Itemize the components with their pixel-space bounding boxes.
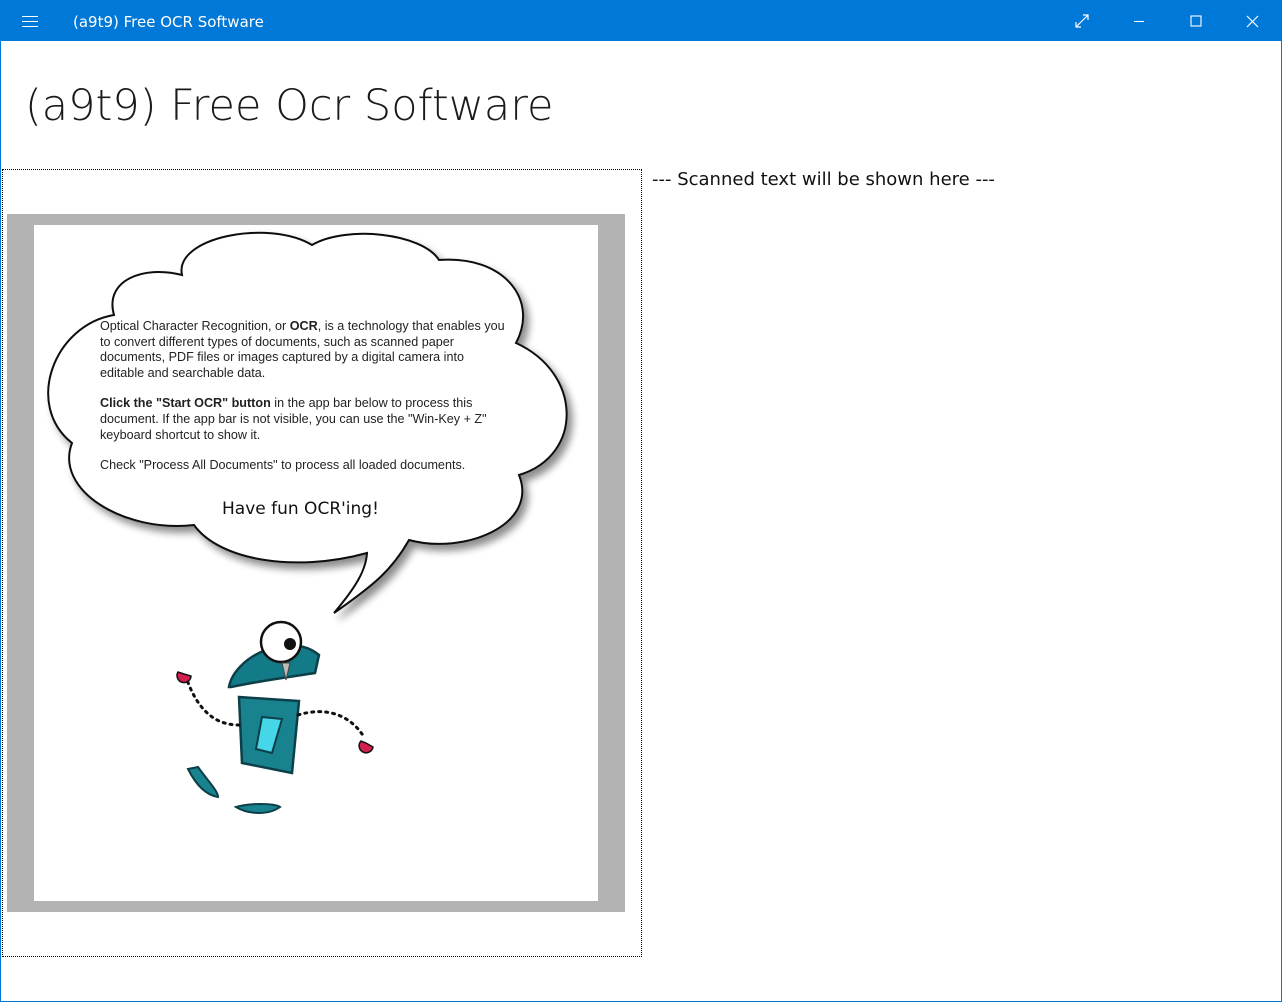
window-title: (a9t9) Free OCR Software	[73, 13, 264, 31]
fun-message: Have fun OCR'ing!	[222, 499, 379, 519]
document-frame: Optical Character Recognition, or OCR, i…	[7, 214, 625, 912]
maximize-icon	[1189, 15, 1202, 27]
robot-mascot-icon	[176, 620, 374, 814]
fullscreen-button[interactable]	[1053, 1, 1110, 41]
close-icon	[1246, 15, 1259, 27]
fullscreen-icon	[1074, 14, 1089, 28]
title-bar: (a9t9) Free OCR Software	[1, 1, 1281, 41]
ocr-result-text[interactable]: --- Scanned text will be shown here ---	[652, 169, 995, 190]
paragraph-instructions: Click the "Start OCR" button in the app …	[100, 396, 487, 442]
hamburger-menu-icon	[22, 15, 38, 27]
paragraph-intro: Optical Character Recognition, or OCR, i…	[100, 319, 505, 380]
document-viewer[interactable]: Optical Character Recognition, or OCR, i…	[2, 169, 642, 957]
document-page: Optical Character Recognition, or OCR, i…	[34, 225, 598, 901]
document-body-text: Optical Character Recognition, or OCR, i…	[100, 319, 510, 489]
minimize-icon	[1133, 20, 1144, 23]
paragraph-process-all: Check "Process All Documents" to process…	[100, 458, 466, 473]
app-window: (a9t9) Free OCR Software (a9t9) Free Ocr…	[0, 0, 1282, 1002]
page-title: (a9t9) Free Ocr Software	[25, 81, 554, 131]
minimize-button[interactable]	[1110, 1, 1167, 41]
maximize-button[interactable]	[1167, 1, 1224, 41]
close-button[interactable]	[1224, 1, 1281, 41]
hamburger-menu-button[interactable]	[1, 1, 59, 41]
